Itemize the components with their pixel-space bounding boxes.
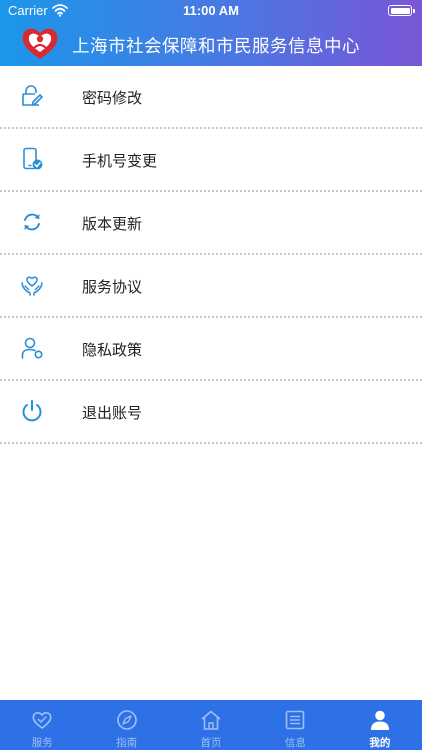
tab-label: 服务 [31,737,53,749]
status-time: 11:00 AM [183,3,239,18]
menu-item-label: 密码修改 [82,89,143,107]
tab-home[interactable]: 首页 [169,700,253,750]
tab-label: 指南 [116,737,138,749]
app-header: Carrier 11:00 AM 上海市社会保障和市民服务信息中心 [0,0,422,66]
menu-item-label: 退出账号 [82,404,143,422]
menu-item-label: 版本更新 [82,215,143,233]
app-title: 上海市社会保障和市民服务信息中心 [72,37,360,57]
tab-guide[interactable]: 指南 [84,700,168,750]
tab-label: 首页 [200,737,222,749]
tab-info[interactable]: 信息 [253,700,337,750]
user-icon [370,710,389,730]
heart-hands-icon [21,276,43,296]
menu-item-version-update[interactable]: 版本更新 [0,192,422,255]
bottom-tab-bar: 服务 指南 首页 信息 我的 [0,700,422,750]
person-icon [21,337,43,359]
password-edit-icon [22,85,43,106]
phone-change-icon [23,147,43,170]
tab-label: 我的 [369,737,391,749]
list-icon [286,710,305,730]
menu-item-logout[interactable]: 退出账号 [0,381,422,444]
tab-services[interactable]: 服务 [0,700,84,750]
menu-item-service-agreement[interactable]: 服务协议 [0,255,422,318]
heart-icon [32,712,52,729]
power-icon [22,400,42,422]
tab-mine[interactable]: 我的 [338,700,422,750]
compass-icon [116,710,137,730]
menu-item-label: 服务协议 [82,278,143,296]
menu-item-label: 隐私政策 [82,341,143,359]
menu-item-label: 手机号变更 [82,152,158,170]
menu-item-phone-change[interactable]: 手机号变更 [0,129,422,192]
heart-logo-icon [22,28,58,59]
status-bar: Carrier 11:00 AM [0,0,422,22]
home-icon [201,710,221,730]
menu-item-privacy-policy[interactable]: 隐私政策 [0,318,422,381]
refresh-icon [24,213,40,231]
menu-item-password-change[interactable]: 密码修改 [0,66,422,129]
tab-label: 信息 [284,737,306,749]
settings-menu: 密码修改 手机号变更 版本更新 服务协议 隐私政策 退出账号 [0,66,422,444]
battery-icon [388,5,415,16]
